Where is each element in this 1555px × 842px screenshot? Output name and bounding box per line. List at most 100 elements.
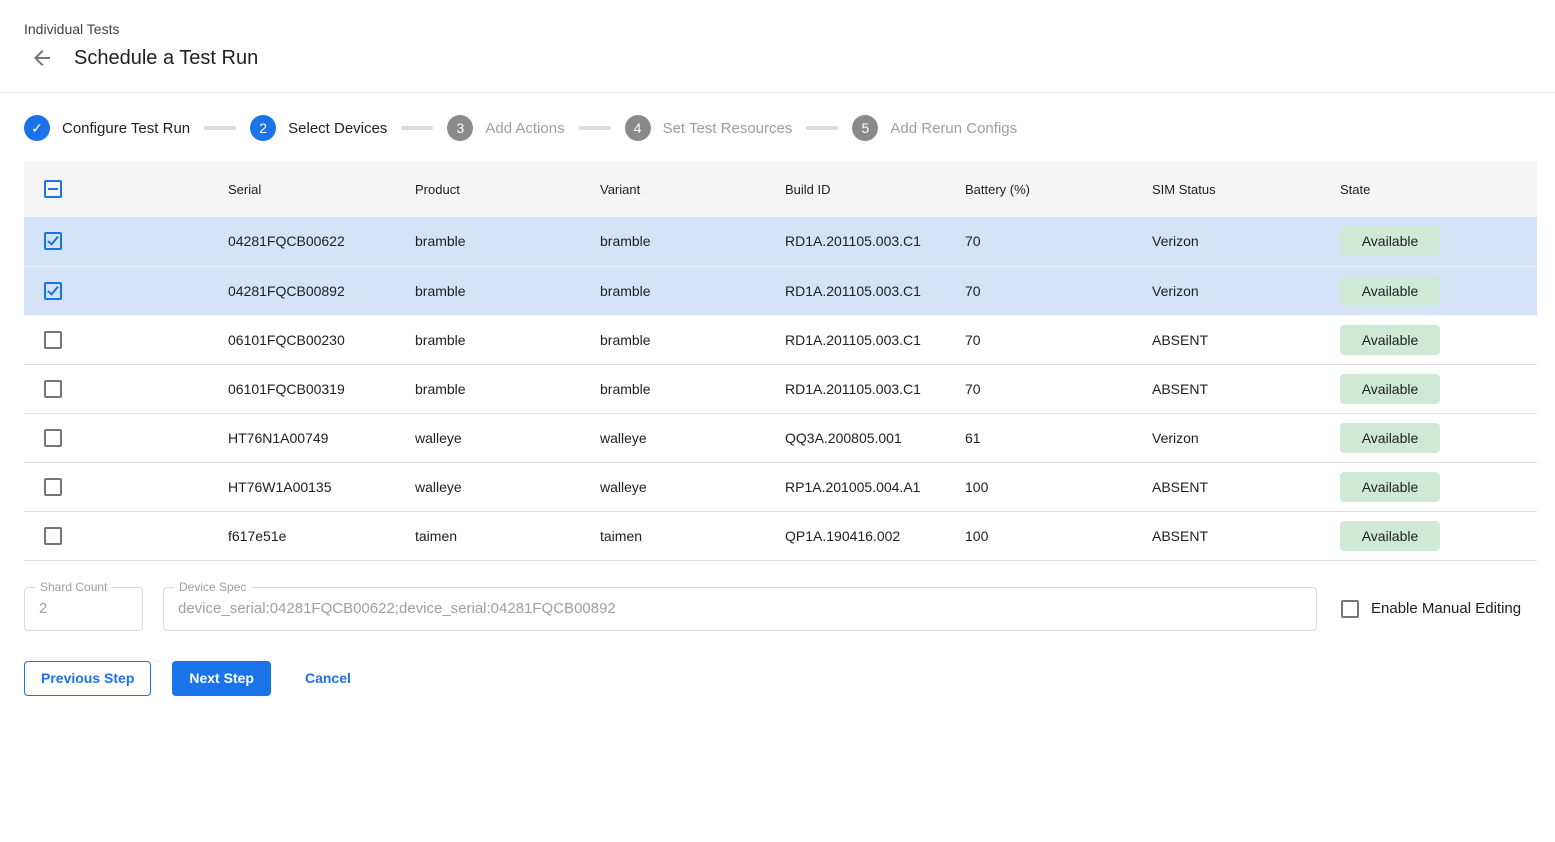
- state-cell: Available: [1324, 315, 1537, 364]
- serial-cell: HT76W1A00135: [212, 462, 399, 511]
- step-label: Add Actions: [485, 120, 564, 137]
- build-id-cell: RD1A.201105.003.C1: [769, 364, 949, 413]
- row-checkbox[interactable]: [44, 429, 62, 447]
- row-checkbox[interactable]: [44, 331, 62, 349]
- sim-status-cell: ABSENT: [1136, 315, 1324, 364]
- serial-cell: 04281FQCB00622: [212, 217, 399, 266]
- serial-cell: 06101FQCB00319: [212, 364, 399, 413]
- stepper-step-4[interactable]: 4 Set Test Resources: [625, 115, 793, 141]
- table-row[interactable]: 06101FQCB00230 bramble bramble RD1A.2011…: [24, 315, 1537, 364]
- stepper-connector: [204, 126, 236, 130]
- shard-count-value: 2: [25, 600, 61, 617]
- variant-cell: taimen: [584, 511, 769, 560]
- state-badge: Available: [1340, 423, 1440, 453]
- cancel-button[interactable]: Cancel: [291, 661, 365, 696]
- variant-cell: bramble: [584, 266, 769, 315]
- sim-status-cell: ABSENT: [1136, 364, 1324, 413]
- row-checkbox[interactable]: [44, 478, 62, 496]
- step-label: Add Rerun Configs: [890, 120, 1017, 137]
- step-label: Select Devices: [288, 120, 387, 137]
- serial-cell: HT76N1A00749: [212, 413, 399, 462]
- stepper-step-3[interactable]: 3 Add Actions: [447, 115, 564, 141]
- stepper-step-2[interactable]: 2 Select Devices: [250, 115, 387, 141]
- stepper-connector: [579, 126, 611, 130]
- stepper: ✓ Configure Test Run 2 Select Devices 3 …: [0, 93, 1555, 159]
- enable-manual-editing-checkbox[interactable]: [1341, 600, 1359, 618]
- shard-count-field[interactable]: Shard Count 2: [24, 587, 143, 631]
- row-checkbox[interactable]: [44, 232, 62, 250]
- state-badge: Available: [1340, 521, 1440, 551]
- step-circle-icon: 2: [250, 115, 276, 141]
- table-row[interactable]: f617e51e taimen taimen QP1A.190416.002 1…: [24, 511, 1537, 560]
- table-header-row: Serial Product Variant Build ID Battery …: [24, 161, 1537, 217]
- battery-cell: 100: [949, 511, 1136, 560]
- column-header-sim-status: SIM Status: [1136, 161, 1324, 217]
- previous-step-button[interactable]: Previous Step: [24, 661, 151, 696]
- build-id-cell: RP1A.201005.004.A1: [769, 462, 949, 511]
- state-cell: Available: [1324, 511, 1537, 560]
- battery-cell: 61: [949, 413, 1136, 462]
- device-table: Serial Product Variant Build ID Battery …: [24, 161, 1537, 561]
- table-row[interactable]: 04281FQCB00622 bramble bramble RD1A.2011…: [24, 217, 1537, 266]
- column-header-variant: Variant: [584, 161, 769, 217]
- page-header: Individual Tests Schedule a Test Run: [0, 0, 1555, 70]
- device-spec-form: Shard Count 2 Device Spec device_serial:…: [24, 587, 1531, 631]
- state-cell: Available: [1324, 266, 1537, 315]
- build-id-cell: RD1A.201105.003.C1: [769, 217, 949, 266]
- shard-count-label: Shard Count: [35, 580, 112, 594]
- step-circle-icon: ✓: [24, 115, 50, 141]
- step-circle-icon: 3: [447, 115, 473, 141]
- stepper-step-1[interactable]: ✓ Configure Test Run: [24, 115, 190, 141]
- product-cell: bramble: [399, 266, 584, 315]
- variant-cell: bramble: [584, 315, 769, 364]
- state-cell: Available: [1324, 364, 1537, 413]
- variant-cell: bramble: [584, 364, 769, 413]
- product-cell: bramble: [399, 315, 584, 364]
- step-label: Set Test Resources: [663, 120, 793, 137]
- column-header-battery: Battery (%): [949, 161, 1136, 217]
- column-header-build-id: Build ID: [769, 161, 949, 217]
- table-row[interactable]: 04281FQCB00892 bramble bramble RD1A.2011…: [24, 266, 1537, 315]
- step-circle-icon: 5: [852, 115, 878, 141]
- select-all-checkbox[interactable]: [44, 180, 62, 198]
- table-row[interactable]: 06101FQCB00319 bramble bramble RD1A.2011…: [24, 364, 1537, 413]
- sim-status-cell: ABSENT: [1136, 462, 1324, 511]
- sim-status-cell: ABSENT: [1136, 511, 1324, 560]
- enable-manual-editing-label: Enable Manual Editing: [1371, 600, 1521, 617]
- breadcrumb[interactable]: Individual Tests: [24, 20, 1531, 38]
- battery-cell: 70: [949, 364, 1136, 413]
- battery-cell: 70: [949, 315, 1136, 364]
- sim-status-cell: Verizon: [1136, 413, 1324, 462]
- product-cell: walleye: [399, 462, 584, 511]
- battery-cell: 70: [949, 266, 1136, 315]
- stepper-step-5[interactable]: 5 Add Rerun Configs: [852, 115, 1017, 141]
- row-checkbox[interactable]: [44, 282, 62, 300]
- table-row[interactable]: HT76N1A00749 walleye walleye QQ3A.200805…: [24, 413, 1537, 462]
- build-id-cell: RD1A.201105.003.C1: [769, 266, 949, 315]
- build-id-cell: QP1A.190416.002: [769, 511, 949, 560]
- stepper-connector: [806, 126, 838, 130]
- back-arrow-icon[interactable]: [30, 46, 54, 70]
- stepper-connector: [401, 126, 433, 130]
- step-label: Configure Test Run: [62, 120, 190, 137]
- column-header-state: State: [1324, 161, 1537, 217]
- next-step-button[interactable]: Next Step: [172, 661, 271, 696]
- step-circle-icon: 4: [625, 115, 651, 141]
- serial-cell: 04281FQCB00892: [212, 266, 399, 315]
- table-row[interactable]: HT76W1A00135 walleye walleye RP1A.201005…: [24, 462, 1537, 511]
- enable-manual-editing[interactable]: Enable Manual Editing: [1341, 600, 1521, 618]
- device-spec-label: Device Spec: [174, 580, 251, 594]
- sim-status-cell: Verizon: [1136, 266, 1324, 315]
- state-cell: Available: [1324, 462, 1537, 511]
- page-title: Schedule a Test Run: [74, 47, 258, 70]
- state-cell: Available: [1324, 217, 1537, 266]
- row-checkbox[interactable]: [44, 527, 62, 545]
- row-checkbox[interactable]: [44, 380, 62, 398]
- title-row: Schedule a Test Run: [24, 46, 1531, 70]
- product-cell: taimen: [399, 511, 584, 560]
- column-header-serial: Serial: [212, 161, 399, 217]
- device-spec-field[interactable]: Device Spec device_serial:04281FQCB00622…: [163, 587, 1317, 631]
- variant-cell: bramble: [584, 217, 769, 266]
- serial-cell: 06101FQCB00230: [212, 315, 399, 364]
- state-cell: Available: [1324, 413, 1537, 462]
